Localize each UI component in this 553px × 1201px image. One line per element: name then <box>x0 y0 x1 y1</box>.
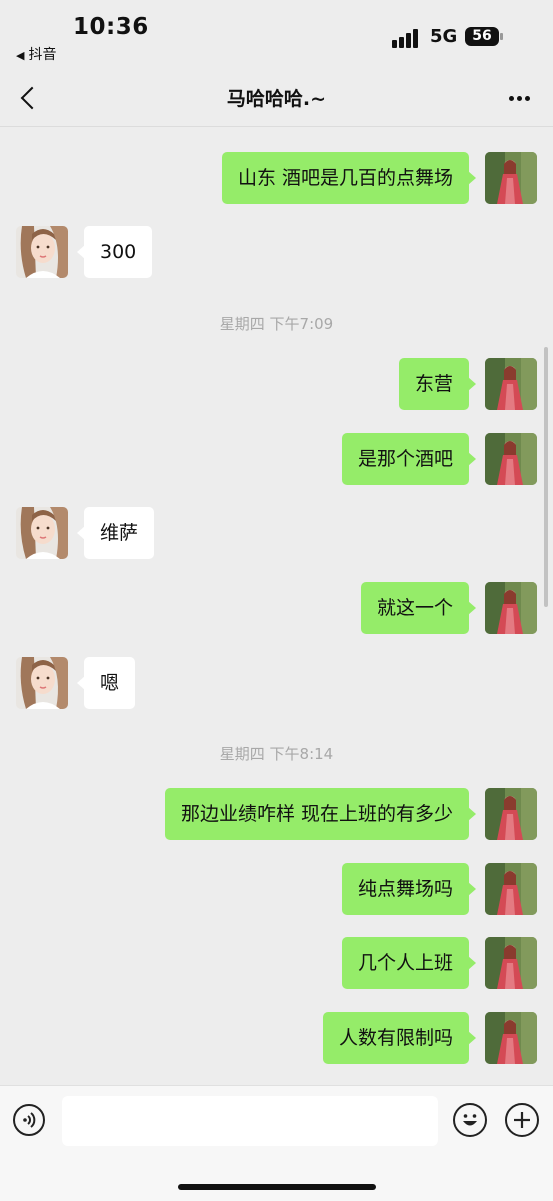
self-avatar[interactable] <box>485 358 537 410</box>
plus-button[interactable] <box>505 1103 539 1137</box>
home-indicator[interactable] <box>178 1184 376 1190</box>
message-bubble-self[interactable]: 就这一个 <box>360 582 477 634</box>
contact-avatar[interactable] <box>16 507 68 559</box>
nav-bar: 马哈哈哈.~ <box>0 70 553 127</box>
back-triangle-icon: ◀ <box>16 49 25 62</box>
self-avatar[interactable] <box>485 152 537 204</box>
back-to-app-link[interactable]: ◀ 抖音 <box>16 44 56 64</box>
status-time: 10:36 <box>73 14 149 40</box>
self-avatar[interactable] <box>485 937 537 989</box>
back-app-label: 抖音 <box>28 47 57 63</box>
message-timestamp: 星期四 下午8:14 <box>219 745 334 763</box>
more-button[interactable] <box>505 88 535 108</box>
emoji-button[interactable] <box>453 1103 487 1137</box>
voice-icon <box>23 1112 36 1128</box>
message-input[interactable] <box>62 1096 438 1146</box>
status-bar: 10:36 ◀ 抖音 5G 56 <box>0 0 553 70</box>
emoji-icon <box>463 1114 477 1126</box>
message-bubble-self[interactable]: 几个人上班 <box>341 937 477 989</box>
contact-avatar[interactable] <box>16 226 68 278</box>
plus-icon <box>514 1112 530 1128</box>
chat-title: 马哈哈哈.~ <box>226 88 327 110</box>
message-bubble-self[interactable]: 那边业绩咋样 现在上班的有多少 <box>164 788 477 840</box>
signal-icon <box>392 28 420 48</box>
voice-button[interactable] <box>13 1104 45 1136</box>
battery-level: 56 <box>472 28 492 44</box>
self-avatar[interactable] <box>485 433 537 485</box>
self-avatar[interactable] <box>485 863 537 915</box>
contact-avatar[interactable] <box>16 657 68 709</box>
chat-area[interactable]: 山东 酒吧是几百的点舞场 300 星期四 下午7:09 东营 是那个酒吧 维萨 … <box>0 127 553 1085</box>
network-type: 5G <box>430 26 458 47</box>
chat-scrollbar[interactable] <box>544 347 548 607</box>
message-timestamp: 星期四 下午7:09 <box>219 315 334 333</box>
message-bubble-other[interactable]: 维萨 <box>76 507 155 559</box>
message-bubble-self[interactable]: 纯点舞场吗 <box>341 863 477 915</box>
self-avatar[interactable] <box>485 1012 537 1064</box>
battery-icon: 56 <box>465 27 503 46</box>
self-avatar[interactable] <box>485 582 537 634</box>
message-bubble-other[interactable]: 嗯 <box>76 657 136 709</box>
self-avatar[interactable] <box>485 788 537 840</box>
message-bubble-other[interactable]: 300 <box>76 226 153 278</box>
message-bubble-self[interactable]: 是那个酒吧 <box>341 433 477 485</box>
more-horizontal-icon <box>509 96 514 101</box>
message-bubble-self[interactable]: 东营 <box>398 358 477 410</box>
message-bubble-self[interactable]: 山东 酒吧是几百的点舞场 <box>221 152 477 204</box>
message-bubble-self[interactable]: 人数有限制吗 <box>322 1012 477 1064</box>
